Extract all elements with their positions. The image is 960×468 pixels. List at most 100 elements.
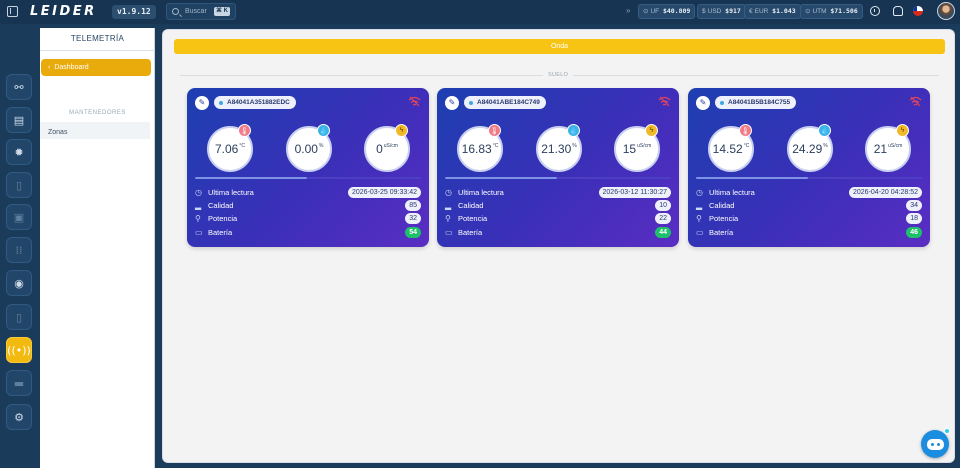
power-value: 22 <box>655 213 671 224</box>
rail-chat-button[interactable]: ▬ <box>6 370 32 396</box>
broadcast-icon: ((•)) <box>7 343 31 357</box>
temperature-unit: °C <box>743 143 750 149</box>
signal-bars-icon: ▂ <box>696 201 703 210</box>
clock-icon: ◷ <box>696 188 703 197</box>
chat-icon: ▬ <box>13 376 25 390</box>
droplet-icon: 💧 <box>317 124 330 137</box>
edit-icon[interactable]: ✎ <box>195 96 209 110</box>
bell-icon[interactable] <box>893 6 903 16</box>
rail-compass-button[interactable]: ◉ <box>6 270 32 296</box>
antenna-icon: ⚲ <box>696 214 702 223</box>
temperature-unit: °C <box>492 143 499 149</box>
quality-value: 85 <box>405 200 421 211</box>
submenu-divider <box>40 50 155 51</box>
conductivity-unit: uS/cm <box>383 143 398 149</box>
submenu-panel: TELEMETRÍA ‹ Dashboard MANTENEDORES Zonas <box>40 28 155 468</box>
temperature-value: 7.06 <box>215 142 239 156</box>
humidity-unit: % <box>572 143 577 149</box>
row-last-reading: ◷ Ultima lectura 2026-04-20 04:28:52 <box>696 187 922 199</box>
clipboard-icon: ▯ <box>15 178 23 192</box>
quality-value: 10 <box>655 200 671 211</box>
grid-icon: ⁞⁞ <box>15 243 23 257</box>
search-input[interactable]: Buscar ⌘ K <box>166 3 236 20</box>
conductivity-unit: uS/cm <box>637 143 652 149</box>
rail-settings-button[interactable]: ⚙ <box>6 404 32 430</box>
rail-book-button[interactable]: ▤ <box>6 107 32 133</box>
humidity-unit: % <box>823 143 828 149</box>
power-value: 18 <box>906 213 922 224</box>
rail-telemetry-button[interactable]: ((•)) <box>6 337 32 363</box>
sidebar-toggle-icon[interactable] <box>7 6 18 17</box>
chile-flag-icon[interactable] <box>913 6 923 16</box>
dashboard-button[interactable]: ‹ Dashboard <box>41 59 151 76</box>
antenna-icon: ⚲ <box>445 214 451 223</box>
section-header: SUELO <box>180 71 939 81</box>
row-power: ⚲ Potencia 18 <box>696 213 922 225</box>
chat-assistant-button[interactable] <box>921 430 949 458</box>
row-battery: ▭ Batería 54 <box>195 227 421 239</box>
humidity-value: 0.00 <box>294 142 318 156</box>
dashboard-label: Dashboard <box>54 64 89 71</box>
row-last-reading: ◷ Ultima lectura 2026-03-25 09:33:42 <box>195 187 421 199</box>
app-logo[interactable]: LEIDER <box>30 4 97 19</box>
submenu-item-zonas[interactable]: Zonas <box>48 129 67 136</box>
conductivity-icon: ϟ <box>395 124 408 137</box>
version-badge: v1.9.12 <box>112 5 156 19</box>
zone-banner[interactable]: Onda <box>174 39 945 54</box>
rail-network-button[interactable]: ⚯ <box>6 74 32 100</box>
humidity-value: 24.29 <box>792 142 823 156</box>
user-avatar[interactable] <box>937 2 955 20</box>
signal-bars-icon: ▂ <box>195 201 202 210</box>
edit-icon[interactable]: ✎ <box>445 96 459 110</box>
settings-icon: ⚙ <box>14 410 24 424</box>
power-value: 32 <box>405 213 421 224</box>
ticker-uf: ⊙ UF $40.809 <box>638 4 696 19</box>
battery-value: 46 <box>906 227 922 238</box>
device-id: A84041A351882EDC <box>214 96 296 109</box>
ticker-eur: € EUR $1.043 <box>744 4 801 19</box>
conductivity-value: 21 <box>873 142 888 156</box>
signal-off-icon <box>658 96 671 107</box>
network-icon: ⚯ <box>14 80 24 94</box>
signal-off-icon <box>909 96 922 107</box>
rail-clipboard-button[interactable]: ▯ <box>6 172 32 198</box>
card-divider <box>195 177 307 179</box>
ticker-chevron-icon[interactable]: » <box>626 6 630 15</box>
rail-bug-button[interactable]: ✹ <box>6 139 32 165</box>
main-content: Onda SUELO ✎ A84041A351882EDC 7.06 °C 🌡 0… <box>162 29 955 463</box>
row-last-reading: ◷ Ultima lectura 2026-03-12 11:30:27 <box>445 187 671 199</box>
last-reading-value: 2026-04-20 04:28:52 <box>849 187 922 198</box>
document-icon: ▯ <box>15 310 23 324</box>
quality-value: 34 <box>906 200 922 211</box>
search-shortcut: ⌘ K <box>214 7 230 16</box>
rail-image-button[interactable]: ▣ <box>6 204 32 230</box>
row-battery: ▭ Batería 46 <box>696 227 922 239</box>
rail-grid-button[interactable]: ⁞⁞ <box>6 237 32 263</box>
card-divider <box>808 177 922 179</box>
search-placeholder: Buscar <box>185 8 207 15</box>
battery-value: 44 <box>655 227 671 238</box>
signal-bars-icon: ▂ <box>445 201 452 210</box>
droplet-icon: 💧 <box>567 124 580 137</box>
thermometer-icon: 🌡 <box>238 124 251 137</box>
ticker-usd: $ USD $917 <box>697 4 746 19</box>
chat-notification-dot <box>944 428 950 434</box>
conductivity-value: 0 <box>376 142 383 156</box>
row-battery: ▭ Batería 44 <box>445 227 671 239</box>
sensor-card[interactable]: ✎ A84041ABE184C749 16.83 °C 🌡 21.30% 💧 15… <box>437 88 679 247</box>
row-power: ⚲ Potencia 32 <box>195 213 421 225</box>
sensor-card[interactable]: ✎ A84041A351882EDC 7.06 °C 🌡 0.00% 💧 0 uS/… <box>187 88 429 247</box>
droplet-icon: 💧 <box>818 124 831 137</box>
submenu-title: TELEMETRÍA <box>70 34 125 43</box>
rail-document-button[interactable]: ▯ <box>6 304 32 330</box>
antenna-icon: ⚲ <box>195 214 201 223</box>
card-divider <box>557 177 671 179</box>
sensor-card[interactable]: ✎ A84041B5B184C755 14.52 °C 🌡 24.29% 💧 21… <box>688 88 930 247</box>
search-icon <box>172 8 179 15</box>
clock-icon[interactable] <box>870 6 880 16</box>
edit-icon[interactable]: ✎ <box>696 96 710 110</box>
device-id: A84041ABE184C749 <box>464 96 546 109</box>
battery-icon: ▭ <box>195 228 203 237</box>
temperature-unit: °C <box>239 143 245 149</box>
humidity-unit: % <box>318 143 324 149</box>
